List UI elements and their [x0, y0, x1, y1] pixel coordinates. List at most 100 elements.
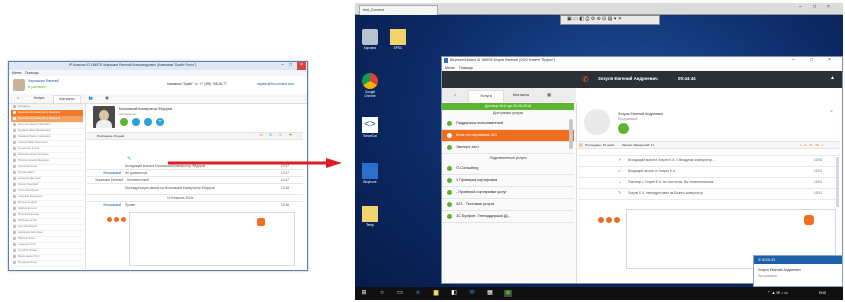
left-contact-list: Контакты Московский Коммутатор Федоров М…: [11, 104, 86, 269]
store-icon[interactable]: ◧: [450, 290, 458, 297]
calendar-icon[interactable]: ▤: [579, 142, 583, 147]
bizphone-icon[interactable]: Bizphone: [359, 163, 381, 184]
task-view-icon[interactable]: ▭: [396, 290, 404, 297]
menu-item-main[interactable]: Меню: [445, 66, 455, 70]
tab-services[interactable]: Услуги: [27, 95, 51, 102]
mail-icon[interactable]: ✉: [468, 290, 476, 297]
service-item[interactable]: Поддержка пользователей: [442, 118, 574, 130]
maximize-button[interactable]: □: [810, 57, 813, 63]
connected-item[interactable]: IT-Consulting: [442, 163, 574, 175]
history-text: Не дозвонился: [125, 171, 148, 175]
arrow-icon: [168, 158, 342, 168]
service-item[interactable]: Экспорт-тест: [442, 142, 574, 154]
history-period[interactable]: Последние: 15 дней: [585, 143, 614, 147]
list-item[interactable]: Богданов Илья: [11, 260, 83, 267]
chat-action-icon[interactable]: [114, 217, 119, 222]
tab-contacts[interactable]: Контакты: [504, 90, 538, 101]
menu-item-help[interactable]: Помощь: [459, 66, 473, 70]
rdp-tab[interactable]: test_Connect: [359, 5, 438, 15]
flag-icon[interactable]: ⚑: [289, 133, 292, 137]
call-notification[interactable]: ✆ 00:00:43 Зозуля Евгений Андреевич Прог…: [753, 255, 843, 287]
user-name[interactable]: Черкашин Евгений: [28, 79, 59, 83]
add-icon[interactable]: +: [156, 118, 164, 126]
history-text: Исходящий вызов в Зозуля Е.А. с Междунар…: [628, 158, 715, 162]
grid-icon[interactable]: ▦: [542, 90, 556, 101]
call-icon[interactable]: [120, 118, 128, 126]
call-action-icon[interactable]: [107, 217, 112, 222]
chrome-icon[interactable]: Google Chrome: [359, 73, 381, 98]
phone-icon[interactable]: ☏: [259, 133, 263, 137]
close-button[interactable]: ×: [828, 57, 831, 63]
mail-icon[interactable]: [144, 118, 152, 126]
connected-item[interactable]: 1 Проверка сортировки: [442, 175, 574, 187]
user-email[interactable]: zaytsev@fm-connect.com: [257, 82, 294, 86]
history-time: 12:48: [281, 186, 289, 190]
users-icon[interactable]: 👥: [85, 95, 97, 102]
start-icon[interactable]: ⊞: [360, 290, 368, 297]
home-icon[interactable]: ⌂: [448, 90, 462, 101]
minimize-button[interactable]: –: [799, 4, 802, 10]
history-time: 12:46: [281, 203, 289, 207]
chat-icon[interactable]: [132, 118, 140, 126]
caller-name: Зозуля Евгений Андреевич: [598, 76, 658, 81]
close-button[interactable]: ×: [297, 62, 306, 70]
app-window-title: Bizphone/Hosted ID 156578 Зозуля Евгений…: [450, 58, 555, 62]
chat-filter-icon[interactable]: ✉: [269, 133, 272, 137]
close-button[interactable]: ×: [827, 4, 830, 10]
history-filter[interactable]: Звонки обращений: 17: [622, 143, 654, 147]
contact-subtitle: Наподдисно: [119, 112, 137, 116]
app-icon[interactable]: ▦: [486, 290, 494, 297]
call-button[interactable]: [618, 123, 629, 134]
history-date: 10 Февраль 2016г.: [167, 196, 195, 200]
history-text: Входящий звонок от Зозуля Е.А.: [628, 169, 676, 173]
service-item-selected[interactable]: Бета-тестирование 321: [442, 130, 574, 142]
history-scrollbar[interactable]: [836, 157, 839, 207]
explorer-icon[interactable]: ▆: [432, 290, 440, 297]
edit-icon[interactable]: ✎: [279, 133, 282, 137]
close-contact-icon[interactable]: ×: [830, 109, 833, 115]
smartcat-icon[interactable]: <> SmartCat: [359, 117, 381, 138]
history-time: 12:47: [281, 171, 289, 175]
call-action-icon[interactable]: [598, 217, 604, 223]
connected-item[interactable]: 1С Бухфон: Техподдержка (Д...: [442, 211, 574, 223]
home-icon[interactable]: ⌂: [12, 95, 24, 102]
tray-icons[interactable]: ⌃ ▲ ✉ ♪ ▭: [767, 290, 788, 295]
connected-item[interactable]: - Проверка сортировки услуг: [442, 187, 574, 199]
search-icon[interactable]: ○: [378, 290, 386, 297]
connected-heading: Подключенные услуги: [489, 156, 527, 160]
grid-icon[interactable]: ▦: [101, 95, 113, 102]
chat-action-icon[interactable]: [606, 217, 612, 223]
history-who: Московский: [103, 203, 121, 207]
sidebar-scrollbar[interactable]: [569, 119, 573, 149]
left-window-title: IP Консоль ID 156578 Черкашин Евгений Ал…: [69, 63, 197, 67]
mail-action-icon[interactable]: [614, 217, 620, 223]
recycle-bin-icon[interactable]: Корзина: [359, 29, 381, 50]
edge-icon[interactable]: e: [414, 290, 422, 297]
menu-item-main[interactable]: Меню: [12, 71, 21, 75]
history-time: 12:47: [281, 178, 289, 182]
connected-item[interactable]: 323 - Тестовая услуга: [442, 199, 574, 211]
rdp-toolbar[interactable]: ▣ ▭ ◧ ⎙ ⚙ ⊕ ⊟ ▤ ▾ ✕: [560, 15, 660, 25]
send-icon[interactable]: [804, 215, 814, 225]
app-logo-icon: [444, 58, 448, 63]
message-input[interactable]: [129, 212, 295, 266]
bizphone-window: Bizphone/Hosted ID 156578 Зозуля Евгений…: [441, 56, 843, 284]
mail-action-icon[interactable]: [121, 217, 126, 222]
tray-language[interactable]: ENG: [819, 291, 826, 295]
folder-icon[interactable]: SPSC: [387, 29, 409, 50]
minimize-button[interactable]: –: [281, 62, 284, 68]
history-period[interactable]: Последние 15 дней: [97, 134, 124, 138]
toolbar-icons[interactable]: ▣ ▭ ◧ ⎙ ⚙ ⊕ ⊟ ▤ ▾ ✕: [567, 16, 622, 22]
tab-services[interactable]: Услуги: [468, 90, 504, 102]
bizphone-taskbar-icon[interactable]: ▣: [504, 290, 512, 297]
history-text: Неотвеченный: [127, 178, 149, 182]
collapse-icon[interactable]: ▲: [830, 75, 835, 81]
maximize-button[interactable]: □: [289, 62, 292, 68]
minimize-button[interactable]: –: [792, 57, 795, 63]
temp-folder-icon[interactable]: Temp: [359, 206, 381, 227]
menu-item-help[interactable]: Помощь: [25, 71, 39, 75]
maximize-button[interactable]: □: [813, 4, 816, 10]
history-time: 12:01: [814, 191, 822, 195]
tab-contacts[interactable]: Контакты: [53, 95, 81, 103]
send-icon[interactable]: [257, 218, 265, 226]
